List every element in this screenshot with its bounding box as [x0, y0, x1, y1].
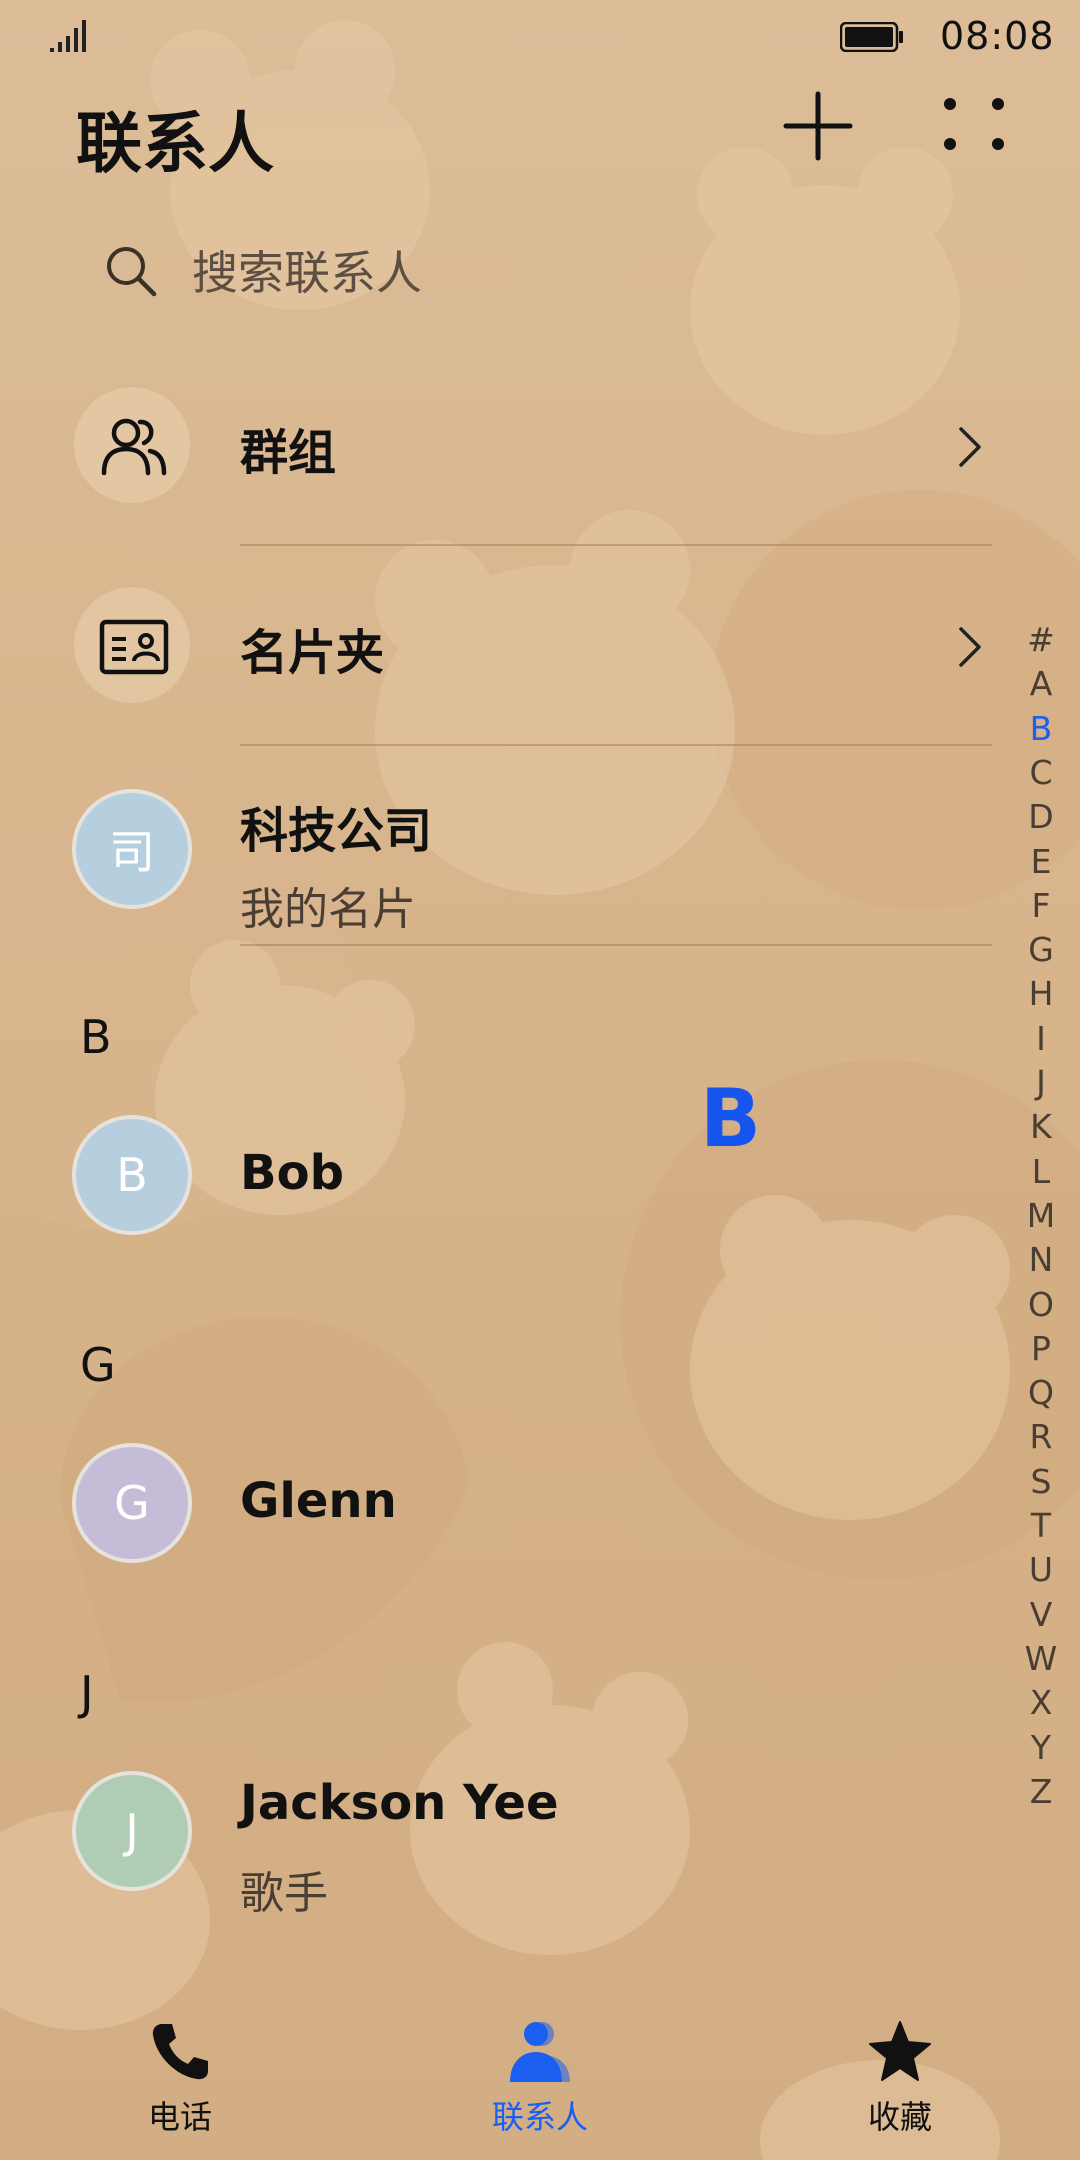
signal-icon	[50, 20, 86, 52]
more-dots-icon	[944, 98, 1004, 150]
index-letter-y[interactable]: Y	[1016, 1728, 1066, 1767]
search-bar[interactable]	[72, 220, 1002, 330]
index-letter-b[interactable]: B	[1016, 709, 1066, 748]
index-letter-g[interactable]: G	[1016, 930, 1066, 969]
search-input[interactable]	[192, 238, 952, 308]
my-card-subtitle: 我的名片	[240, 884, 416, 935]
nav-favorites-label: 收藏	[867, 2098, 932, 2136]
contact-name: Jackson Yee	[240, 1775, 559, 1831]
nav-phone[interactable]: 电话	[80, 2000, 280, 2140]
index-letter-a[interactable]: A	[1016, 664, 1066, 703]
index-letter-f[interactable]: F	[1016, 886, 1066, 925]
index-letter-popup: B	[700, 1072, 761, 1165]
contact-avatar: G	[72, 1443, 192, 1563]
groups-row[interactable]: 群组	[0, 385, 1000, 505]
phone-icon	[152, 2024, 208, 2080]
index-letter-z[interactable]: Z	[1016, 1772, 1066, 1811]
nav-contacts[interactable]: 联系人	[440, 2000, 640, 2140]
nav-favorites[interactable]: 收藏	[800, 2000, 1000, 2140]
contact-name: Bob	[240, 1145, 344, 1201]
chevron-right-icon	[959, 427, 981, 467]
battery-icon	[840, 22, 903, 52]
section-header-j: J	[80, 1666, 94, 1720]
index-letter-o[interactable]: O	[1016, 1285, 1066, 1324]
page-title: 联系人	[76, 105, 274, 182]
index-letter-x[interactable]: X	[1016, 1683, 1066, 1722]
groups-label: 群组	[240, 425, 337, 481]
index-letter-j[interactable]: J	[1016, 1063, 1066, 1102]
bottom-navigation: 电话 联系人 收藏	[0, 2000, 1080, 2160]
contact-avatar: J	[72, 1771, 192, 1891]
star-icon	[869, 2021, 931, 2081]
contact-row-bob[interactable]: B Bob	[0, 1115, 1000, 1240]
add-contact-button[interactable]	[780, 88, 856, 164]
chevron-right-icon	[959, 627, 981, 667]
index-letter-q[interactable]: Q	[1016, 1373, 1066, 1412]
business-cards-label: 名片夹	[240, 625, 385, 681]
business-card-icon	[99, 619, 169, 675]
contact-row-glenn[interactable]: G Glenn	[0, 1443, 1000, 1568]
index-letter-i[interactable]: I	[1016, 1019, 1066, 1058]
index-letter-n[interactable]: N	[1016, 1240, 1066, 1279]
contact-name: Glenn	[240, 1473, 397, 1529]
contact-avatar: B	[72, 1115, 192, 1235]
contact-subtitle: 歌手	[240, 1868, 328, 1919]
divider	[240, 944, 992, 946]
index-letter-k[interactable]: K	[1016, 1107, 1066, 1146]
nav-contacts-label: 联系人	[491, 2098, 588, 2136]
index-letter-s[interactable]: S	[1016, 1462, 1066, 1501]
contact-row-jackson-yee[interactable]: J Jackson Yee 歌手	[0, 1771, 1000, 1921]
index-letter-e[interactable]: E	[1016, 842, 1066, 881]
status-bar: 08:08	[0, 0, 1080, 72]
section-header-g: G	[80, 1338, 116, 1392]
contacts-icon	[510, 2022, 570, 2082]
index-letter-w[interactable]: W	[1016, 1639, 1066, 1678]
divider	[240, 744, 992, 746]
index-letter-hash[interactable]: #	[1016, 620, 1066, 659]
index-letter-m[interactable]: M	[1016, 1196, 1066, 1235]
index-letter-h[interactable]: H	[1016, 974, 1066, 1013]
index-letter-r[interactable]: R	[1016, 1417, 1066, 1456]
nav-phone-label: 电话	[147, 2098, 212, 2136]
clock: 08:08	[940, 14, 1055, 58]
index-letter-t[interactable]: T	[1016, 1506, 1066, 1545]
group-icon	[101, 418, 167, 476]
index-letter-d[interactable]: D	[1016, 797, 1066, 836]
business-cards-row[interactable]: 名片夹	[0, 585, 1000, 705]
more-options-button[interactable]	[936, 92, 1012, 160]
search-icon	[107, 247, 157, 297]
index-letter-p[interactable]: P	[1016, 1329, 1066, 1368]
my-card-row[interactable]: 司 科技公司 我的名片	[0, 785, 1000, 955]
index-letter-l[interactable]: L	[1016, 1152, 1066, 1191]
plus-icon	[783, 91, 853, 161]
index-letter-v[interactable]: V	[1016, 1595, 1066, 1634]
divider	[240, 544, 992, 546]
my-card-name: 科技公司	[240, 803, 433, 859]
section-header-b: B	[80, 1010, 112, 1064]
my-card-avatar: 司	[72, 789, 192, 909]
index-letter-u[interactable]: U	[1016, 1550, 1066, 1589]
index-letter-c[interactable]: C	[1016, 753, 1066, 792]
